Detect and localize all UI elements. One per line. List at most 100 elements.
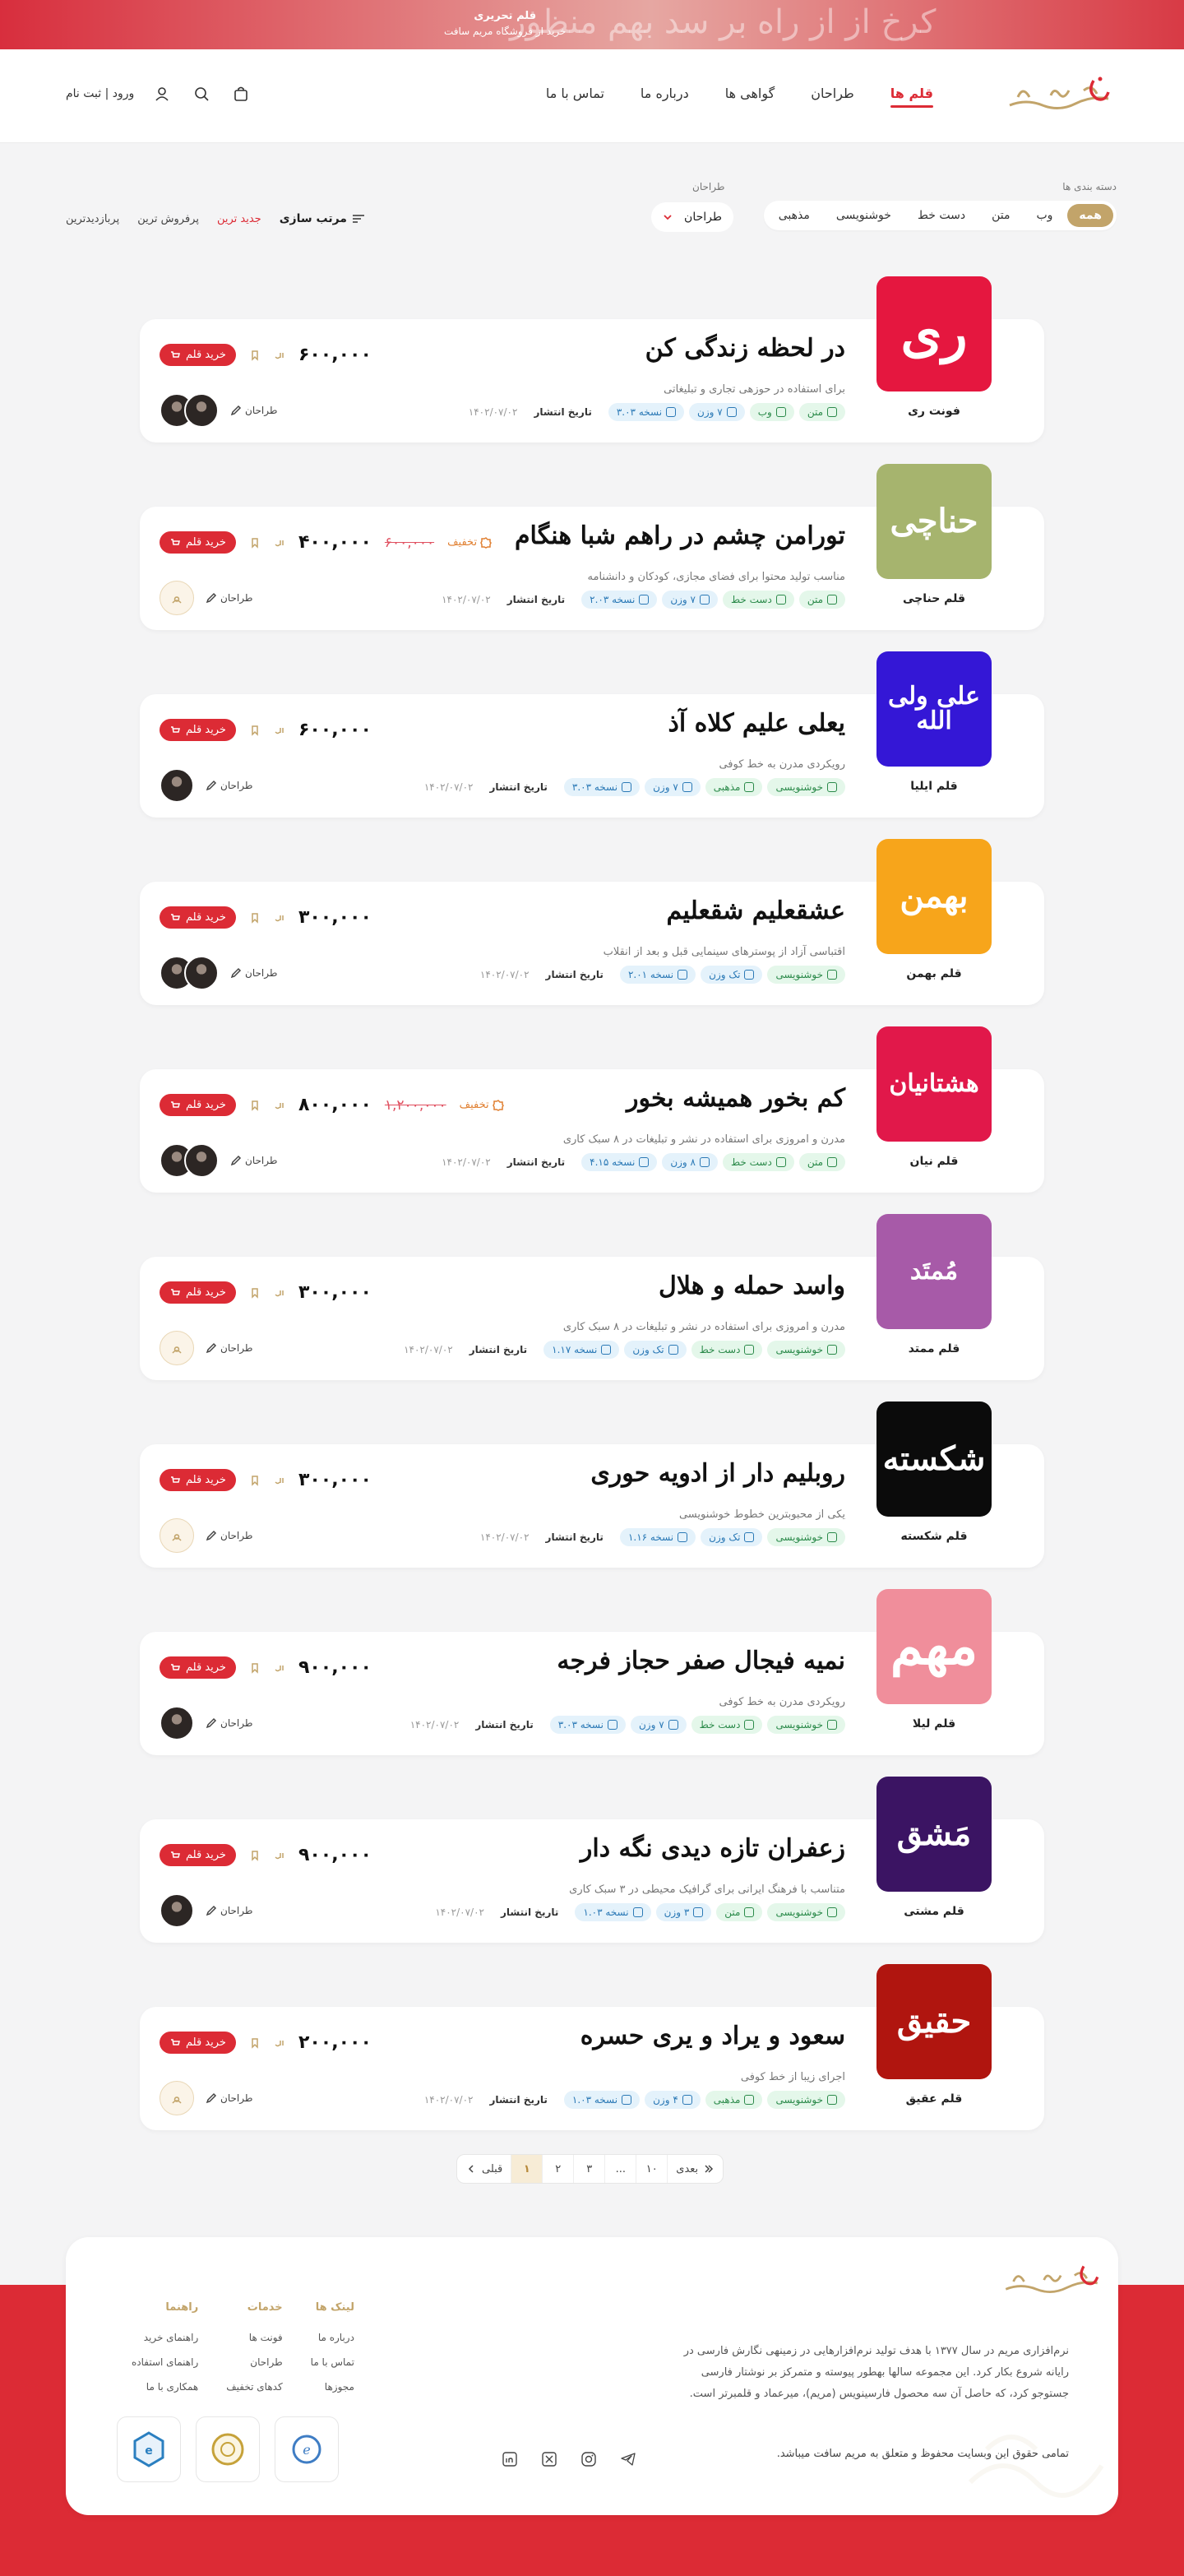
bookmark-icon[interactable] — [249, 1100, 261, 1111]
font-name[interactable]: قلم شکسته — [876, 1530, 992, 1543]
font-thumbnail[interactable]: علی ولی الله — [876, 651, 992, 767]
font-name[interactable]: قلم نیان — [876, 1155, 992, 1168]
font-name[interactable]: فونت ری — [876, 405, 992, 418]
buy-button[interactable]: خرید قلم — [160, 1281, 236, 1304]
footer-link[interactable]: راهنمای استفاده — [132, 2356, 198, 2368]
nav-item-1[interactable]: طراحان — [811, 86, 854, 108]
buy-button[interactable]: خرید قلم — [160, 1656, 236, 1679]
avatar-placeholder[interactable] — [160, 2081, 194, 2115]
avatar[interactable] — [160, 1893, 194, 1928]
avatar[interactable] — [160, 768, 194, 803]
bookmark-icon[interactable] — [249, 537, 261, 549]
avatar-placeholder[interactable] — [160, 1518, 194, 1553]
category-chip-3[interactable]: دست خط — [906, 204, 977, 227]
font-name[interactable]: قلم مشتی — [876, 1905, 992, 1918]
telegram-icon[interactable] — [617, 2448, 640, 2471]
nav-item-4[interactable]: تماس با ما — [546, 86, 604, 108]
font-thumbnail[interactable]: حقیق — [876, 1964, 992, 2079]
font-thumbnail[interactable]: حناچی — [876, 464, 992, 579]
nav-item-0[interactable]: قلم ها — [890, 86, 934, 108]
bookmark-icon[interactable] — [249, 725, 261, 736]
font-thumbnail[interactable]: هشتانیان — [876, 1026, 992, 1142]
category-chip-4[interactable]: خوشنویسی — [825, 204, 903, 227]
avatar[interactable] — [184, 956, 219, 990]
avatar[interactable] — [160, 1706, 194, 1740]
pagination-page[interactable]: ۳ — [573, 2155, 604, 2183]
buy-button[interactable]: خرید قلم — [160, 906, 236, 929]
bookmark-icon[interactable] — [249, 2037, 261, 2049]
footer-logo[interactable] — [998, 2259, 1105, 2305]
bookmark-icon[interactable] — [249, 912, 261, 924]
avatar-placeholder[interactable] — [160, 1331, 194, 1365]
instagram-icon[interactable] — [577, 2448, 600, 2471]
font-name[interactable]: قلم حناچی — [876, 592, 992, 605]
buy-button[interactable]: خرید قلم — [160, 2032, 236, 2054]
pagination-page[interactable]: ۱۰ — [636, 2155, 667, 2183]
x-icon[interactable] — [538, 2448, 561, 2471]
buy-button[interactable]: خرید قلم — [160, 719, 236, 741]
sort-option-0[interactable]: جدید ترین — [217, 213, 261, 225]
category-chip-5[interactable]: مذهبی — [767, 204, 821, 227]
pagination-prev[interactable]: قبلی — [457, 2155, 511, 2183]
font-thumbnail[interactable]: مُمتَد — [876, 1214, 992, 1329]
logo-mark — [1009, 76, 1110, 109]
samandehi-badge[interactable] — [196, 2416, 260, 2482]
font-name[interactable]: قلم عقیق — [876, 2092, 992, 2106]
font-thumbnail[interactable]: مَشق — [876, 1777, 992, 1892]
font-badges: متن وب ۷ وزن نسخه ۳.۰۳ تاریخ انتشار ۱۴۰۲/۰۷/۰… — [469, 403, 845, 421]
category-chip-0[interactable]: همه — [1067, 204, 1113, 227]
avatar[interactable] — [184, 393, 219, 428]
category-chip-1[interactable]: وب — [1024, 204, 1064, 227]
user-icon[interactable] — [150, 82, 173, 105]
login-link[interactable]: ورود | ثبت نام — [66, 87, 134, 100]
search-icon[interactable] — [190, 82, 213, 105]
footer-link[interactable]: درباره ما — [311, 2332, 354, 2343]
footer-link[interactable]: طراحان — [226, 2356, 282, 2368]
buy-button[interactable]: خرید قلم — [160, 1844, 236, 1866]
etehadie-badge[interactable]: e — [275, 2416, 339, 2482]
cart-icon[interactable] — [229, 82, 252, 105]
bookmark-icon[interactable] — [249, 350, 261, 361]
category-chip-2[interactable]: متن — [980, 204, 1021, 227]
bookmark-icon[interactable] — [249, 1662, 261, 1674]
pagination-page[interactable]: ... — [604, 2155, 636, 2183]
badge-label: ۸ وزن — [670, 1156, 696, 1168]
font-name[interactable]: قلم ایلیا — [876, 780, 992, 793]
pagination-page[interactable]: ۱ — [511, 2155, 543, 2183]
footer-link[interactable]: تماس با ما — [311, 2356, 354, 2368]
enamad-badge[interactable]: e — [117, 2416, 181, 2482]
bookmark-icon[interactable] — [249, 1475, 261, 1486]
linkedin-icon[interactable] — [498, 2448, 521, 2471]
nav-item-3[interactable]: درباره ما — [641, 86, 689, 108]
buy-button[interactable]: خرید قلم — [160, 1469, 236, 1491]
footer-link[interactable]: فونت ها — [226, 2332, 283, 2343]
footer-link[interactable]: همکاری با ما — [132, 2381, 198, 2393]
site-logo[interactable] — [1001, 72, 1117, 122]
sort-option-2[interactable]: پربازدیدترین — [66, 213, 119, 225]
font-name[interactable]: قلم لیلا — [876, 1717, 992, 1730]
font-thumbnail[interactable]: بهمن — [876, 839, 992, 954]
font-name[interactable]: قلم ممتد — [876, 1342, 992, 1355]
footer-link[interactable]: راهنمای خرید — [132, 2332, 199, 2343]
promo-banner[interactable]: کرخ از از راه بر سد بهم منظور قلم تحریری… — [0, 0, 1184, 49]
font-thumbnail[interactable]: شکسته — [876, 1402, 992, 1517]
price: ۳۰۰,۰۰۰ — [298, 1470, 372, 1490]
avatar[interactable] — [184, 1143, 219, 1178]
avatar-placeholder[interactable] — [160, 581, 194, 615]
pagination-page[interactable]: ۲ — [542, 2155, 573, 2183]
badge-label: نسخه ۱.۰۳ — [583, 1907, 629, 1918]
footer-link[interactable]: مجوزها — [311, 2381, 354, 2393]
nav-item-2[interactable]: گواهی ها — [725, 86, 775, 108]
buy-button[interactable]: خرید قلم — [160, 344, 236, 366]
footer-link[interactable]: کدهای تخفیف — [226, 2381, 282, 2393]
pagination-next[interactable]: بعدی — [667, 2155, 723, 2183]
bookmark-icon[interactable] — [249, 1287, 261, 1299]
designer-select[interactable]: طراحان — [651, 202, 733, 232]
bookmark-icon[interactable] — [249, 1850, 261, 1861]
buy-button[interactable]: خرید قلم — [160, 531, 236, 554]
buy-button[interactable]: خرید قلم — [160, 1094, 236, 1116]
font-thumbnail[interactable]: مهم — [876, 1589, 992, 1704]
font-thumbnail[interactable]: ری — [876, 276, 992, 391]
sort-option-1[interactable]: پرفروش ترین — [137, 213, 199, 225]
font-name[interactable]: قلم بهمن — [876, 967, 992, 980]
